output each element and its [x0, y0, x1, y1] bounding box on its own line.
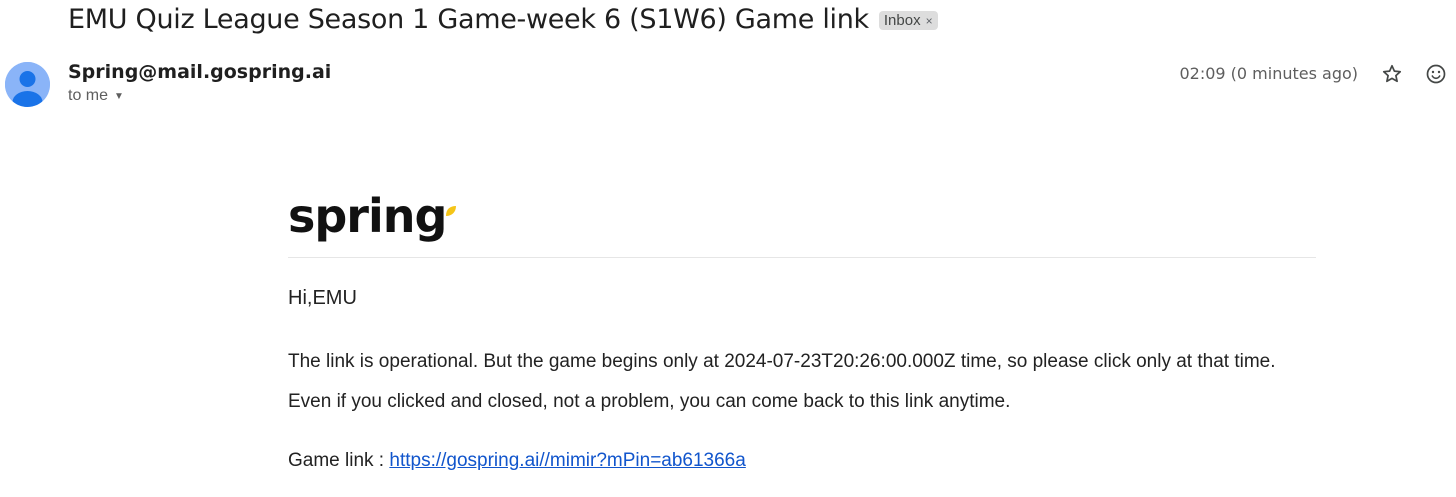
body-paragraph-2: Even if you clicked and closed, not a pr…	[288, 391, 1011, 412]
remove-label-icon[interactable]: ×	[926, 14, 933, 28]
sender-avatar[interactable]	[5, 62, 50, 107]
game-link-row: Game link : https://gospring.ai//mimir?m…	[288, 450, 746, 472]
emoji-reaction-icon[interactable]	[1424, 62, 1448, 86]
person-icon	[5, 62, 50, 107]
leaf-icon	[446, 206, 457, 216]
sender-address[interactable]: Spring@mail.gospring.ai	[68, 61, 331, 83]
recipient-details-toggle[interactable]: to me ▼	[68, 87, 124, 105]
inbox-label-chip[interactable]: Inbox ×	[878, 11, 938, 30]
game-link-label: Game link :	[288, 450, 390, 471]
recipient-text: to me	[68, 87, 109, 104]
greeting-text: Hi,EMU	[288, 287, 357, 309]
chevron-down-icon: ▼	[114, 90, 124, 102]
game-link[interactable]: https://gospring.ai//mimir?mPin=ab61366a	[389, 450, 745, 471]
email-view: EMU Quiz League Season 1 Game-week 6 (S1…	[0, 0, 1456, 497]
email-subject: EMU Quiz League Season 1 Game-week 6 (S1…	[68, 4, 869, 35]
logo-divider	[288, 257, 1316, 258]
star-icon[interactable]	[1380, 62, 1404, 86]
subject-row: EMU Quiz League Season 1 Game-week 6 (S1…	[68, 4, 938, 35]
label-chip-text: Inbox	[883, 12, 921, 29]
logo-text: spring	[288, 189, 447, 243]
body-paragraph-1: The link is operational. But the game be…	[288, 351, 1276, 372]
email-timestamp: 02:09 (0 minutes ago)	[1179, 64, 1358, 83]
spring-logo: spring	[288, 188, 458, 244]
